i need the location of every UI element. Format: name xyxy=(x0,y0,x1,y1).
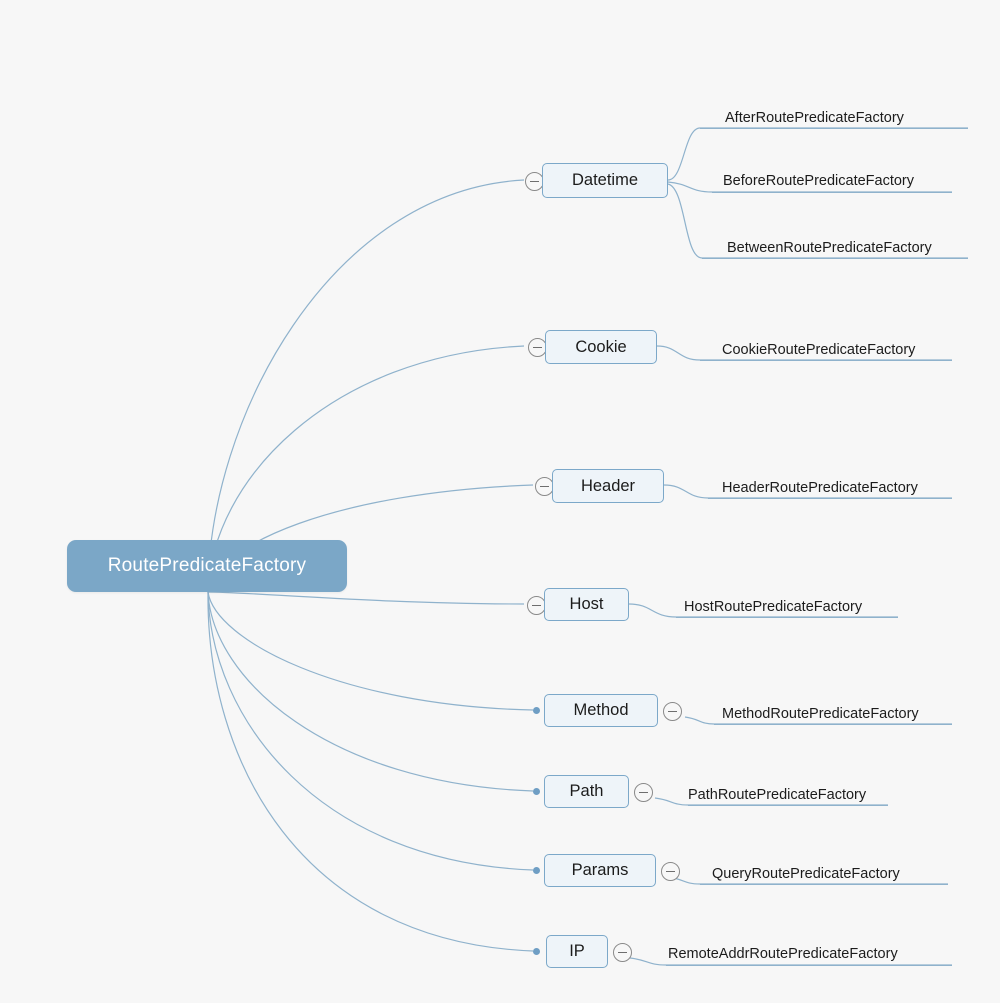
leaf-underline xyxy=(676,617,898,618)
branch-node-params[interactable]: Params xyxy=(544,854,656,887)
leaf-node-host-factory[interactable]: HostRoutePredicateFactory xyxy=(684,593,914,617)
leaf-node-label: PathRoutePredicateFactory xyxy=(688,787,867,803)
leaf-underline xyxy=(714,724,952,725)
branch-node-label: Datetime xyxy=(571,171,639,189)
branch-node-ip[interactable]: IP xyxy=(546,935,608,968)
branch-node-host[interactable]: Host xyxy=(544,588,629,621)
leaf-underline xyxy=(688,805,888,806)
branch-node-label: Cookie xyxy=(575,337,627,356)
leaf-node-label: MethodRoutePredicateFactory xyxy=(722,706,919,722)
leaf-node-label: RemoteAddrRoutePredicateFactory xyxy=(668,946,898,962)
branch-node-header[interactable]: Header xyxy=(552,469,664,503)
leaf-node-remoteaddr-factory[interactable]: RemoteAddrRoutePredicateFactory xyxy=(668,940,948,964)
root-node[interactable]: RoutePredicateFactory xyxy=(67,540,347,592)
dot-icon-ip xyxy=(533,948,540,955)
branch-node-datetime[interactable]: Datetime xyxy=(542,163,668,198)
leaf-node-label: BeforeRoutePredicateFactory xyxy=(723,173,915,189)
leaf-node-label: HeaderRoutePredicateFactory xyxy=(722,480,918,496)
leaf-node-cookie-factory[interactable]: CookieRoutePredicateFactory xyxy=(722,336,972,360)
branch-node-label: IP xyxy=(569,942,585,960)
leaf-node-label: BetweenRoutePredicateFactory xyxy=(727,240,932,256)
leaf-node-header-factory[interactable]: HeaderRoutePredicateFactory xyxy=(722,474,972,498)
branch-node-label: Params xyxy=(571,861,629,879)
leaf-underline xyxy=(666,965,952,966)
leaf-node-label: QueryRoutePredicateFactory xyxy=(712,866,900,882)
leaf-node-label: AfterRoutePredicateFactory xyxy=(725,110,904,126)
minus-circle-icon-method[interactable] xyxy=(663,702,682,721)
branch-node-path[interactable]: Path xyxy=(544,775,629,808)
minus-circle-icon-ip[interactable] xyxy=(613,943,632,962)
leaf-node-between[interactable]: BetweenRoutePredicateFactory xyxy=(727,234,987,258)
minus-circle-icon-path[interactable] xyxy=(634,783,653,802)
leaf-node-label: CookieRoutePredicateFactory xyxy=(722,342,916,358)
mindmap-canvas: RoutePredicateFactory Datetime AfterRout… xyxy=(0,0,1000,1003)
connector-edges xyxy=(207,127,968,966)
root-node-label: RoutePredicateFactory xyxy=(107,555,307,576)
branch-node-label: Path xyxy=(569,782,604,800)
leaf-underline xyxy=(702,258,968,259)
branch-node-label: Method xyxy=(573,701,629,719)
branch-node-method[interactable]: Method xyxy=(544,694,658,727)
leaf-node-query-factory[interactable]: QueryRoutePredicateFactory xyxy=(712,860,952,884)
leaf-underline xyxy=(708,498,952,499)
minus-circle-icon-params[interactable] xyxy=(661,862,680,881)
dot-icon-params xyxy=(533,867,540,874)
leaf-underline xyxy=(700,360,952,361)
leaf-underline xyxy=(712,192,952,193)
leaf-node-method-factory[interactable]: MethodRoutePredicateFactory xyxy=(722,700,972,724)
leaf-underline xyxy=(700,884,948,885)
dot-icon-path xyxy=(533,788,540,795)
leaf-node-before[interactable]: BeforeRoutePredicateFactory xyxy=(723,167,973,191)
leaf-underline xyxy=(700,128,968,129)
dot-icon-method xyxy=(533,707,540,714)
leaf-node-label: HostRoutePredicateFactory xyxy=(684,599,863,615)
branch-node-label: Host xyxy=(569,595,604,613)
leaf-node-path-factory[interactable]: PathRoutePredicateFactory xyxy=(688,781,918,805)
branch-node-label: Header xyxy=(580,476,636,495)
branch-node-cookie[interactable]: Cookie xyxy=(545,330,657,364)
leaf-node-after[interactable]: AfterRoutePredicateFactory xyxy=(725,104,975,128)
